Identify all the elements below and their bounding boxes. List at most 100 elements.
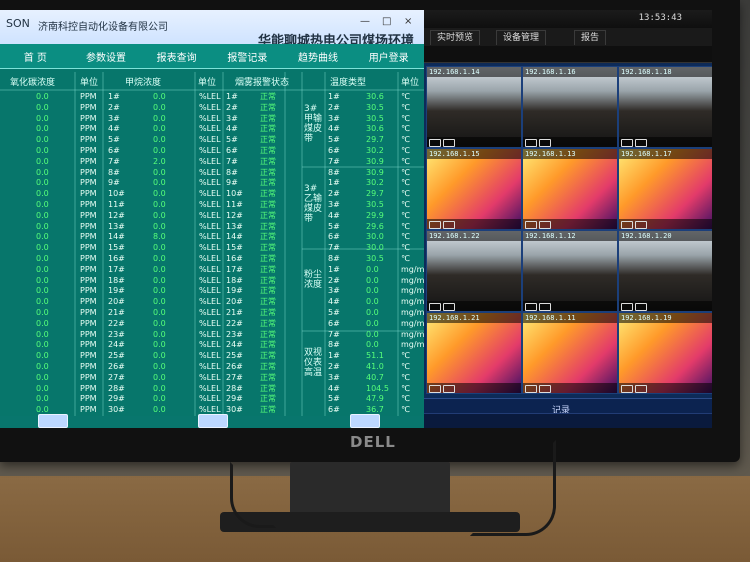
camera-control-icon[interactable] xyxy=(539,303,551,311)
nav-home[interactable]: 首 页 xyxy=(0,49,71,64)
table-cell: 8# xyxy=(328,254,340,263)
table-cell: 5# xyxy=(328,135,340,145)
table-cell: 正常 xyxy=(260,264,276,274)
table-cell: 4# xyxy=(226,124,238,134)
table-cell: %LEL xyxy=(199,167,221,177)
table-cell: 0.0 xyxy=(366,318,379,328)
cable-right xyxy=(470,440,556,536)
camera-control-icon[interactable] xyxy=(635,385,647,393)
camera-tile[interactable]: 192.168.1.14 xyxy=(426,66,522,148)
camera-tile[interactable]: 192.168.1.22 xyxy=(426,230,522,312)
camera-control-icon[interactable] xyxy=(443,139,455,147)
close-button[interactable]: × xyxy=(404,16,416,28)
table-cell: 104.5 xyxy=(366,383,389,393)
camera-tile[interactable]: 192.168.1.12 xyxy=(522,230,618,312)
camera-control-icon[interactable] xyxy=(635,303,647,311)
camera-control-icon[interactable] xyxy=(525,221,537,229)
nav-alarms[interactable]: 报警记录 xyxy=(212,49,283,64)
table-cell: ℃ xyxy=(401,124,410,134)
table-cell: 13# xyxy=(108,221,125,231)
left-app-nav: 首 页 参数设置 报表查询 报警记录 趋势曲线 用户登录 xyxy=(0,44,424,69)
tab-devices[interactable]: 设备管理 xyxy=(496,30,547,45)
camera-tile[interactable]: 30.822.3192.168.1.21 xyxy=(426,312,522,394)
table-cell: 24# xyxy=(108,340,125,350)
table-cell: 21# xyxy=(108,308,125,317)
tab-live[interactable]: 实时预览 xyxy=(430,30,481,45)
camera-tile[interactable]: 192.168.1.18 xyxy=(618,66,712,148)
table-cell: 30.9 xyxy=(366,167,384,177)
camera-tile[interactable]: 36.723.0192.168.1.11 xyxy=(522,312,618,394)
table-cell: 0.0 xyxy=(36,189,49,199)
nav-login[interactable]: 用户登录 xyxy=(353,49,424,64)
section-label-2: 3#乙输煤皮带 xyxy=(304,184,323,224)
maximize-button[interactable]: □ xyxy=(382,16,394,28)
table-cell: 29.6 xyxy=(366,221,384,231)
bottom-button-1[interactable] xyxy=(38,414,68,428)
camera-control-icon[interactable] xyxy=(635,221,647,229)
table-cell: 4# xyxy=(108,124,120,134)
camera-tile[interactable]: 40.025.0192.168.1.17 xyxy=(618,148,712,230)
camera-control-icon[interactable] xyxy=(429,221,441,229)
camera-control-icon[interactable] xyxy=(539,139,551,147)
table-cell: 27# xyxy=(226,372,243,382)
table-cell: %LEL xyxy=(199,275,221,285)
left-app: SON 济南科控自动化设备有限公司 — □ × 华能聊城热电公司煤场环境安全监 … xyxy=(0,10,428,428)
camera-control-icon[interactable] xyxy=(621,221,633,229)
camera-tile[interactable]: 41.024.7192.168.1.15 xyxy=(426,148,522,230)
camera-control-icon[interactable] xyxy=(525,139,537,147)
camera-tile[interactable]: 192.168.1.16 xyxy=(522,66,618,148)
camera-control-icon[interactable] xyxy=(429,385,441,393)
table-cell: 0.0 xyxy=(153,394,166,404)
camera-control-icon[interactable] xyxy=(621,303,633,311)
bottom-button-3[interactable] xyxy=(350,414,380,428)
table-cell: 12# xyxy=(226,210,243,220)
minimize-button[interactable]: — xyxy=(360,16,372,28)
camera-control-icon[interactable] xyxy=(621,385,633,393)
cable-left xyxy=(230,462,276,528)
nav-params[interactable]: 参数设置 xyxy=(71,49,142,64)
table-cell: 5# xyxy=(328,394,340,404)
table-cell: 1# xyxy=(328,92,340,101)
camera-control-icon[interactable] xyxy=(635,139,647,147)
table-cell: ℃ xyxy=(401,362,410,371)
table-row: 0.0 PPM 7# 2.0 %LEL 7# 正常 7# 30.9 ℃ xyxy=(0,157,424,166)
camera-ip: 192.168.1.21 xyxy=(427,313,521,323)
camera-footer xyxy=(619,137,712,147)
table-cell: 正常 xyxy=(260,156,276,166)
table-cell: 0.0 xyxy=(36,102,49,112)
camera-control-icon[interactable] xyxy=(443,221,455,229)
nav-trends[interactable]: 趋势曲线 xyxy=(283,49,354,64)
table-cell: %LEL xyxy=(199,146,221,155)
camera-image xyxy=(523,231,617,311)
table-cell: 9# xyxy=(108,178,120,188)
table-cell: 0.0 xyxy=(36,232,49,242)
table-row: 0.0 PPM 2# 0.0 %LEL 2# 正常 2# 30.5 ℃ xyxy=(0,103,424,112)
camera-control-icon[interactable] xyxy=(429,139,441,147)
table-cell: 0.0 xyxy=(36,264,49,274)
table-cell: %LEL xyxy=(199,318,221,328)
camera-tile[interactable]: 102.033.2192.168.1.13 xyxy=(522,148,618,230)
table-cell: 17# xyxy=(226,264,243,274)
camera-image xyxy=(523,149,617,229)
table-row: 0.0 PPM 12# 0.0 %LEL 12# 正常 4# 29.9 ℃ xyxy=(0,211,424,220)
table-cell: %LEL xyxy=(199,102,221,112)
nav-reports[interactable]: 报表查询 xyxy=(141,49,212,64)
tab-report[interactable]: 报告 xyxy=(574,30,607,45)
camera-control-icon[interactable] xyxy=(443,385,455,393)
camera-control-icon[interactable] xyxy=(525,303,537,311)
camera-control-icon[interactable] xyxy=(621,139,633,147)
camera-control-icon[interactable] xyxy=(429,303,441,311)
table-cell: %LEL xyxy=(199,329,221,339)
camera-tile[interactable]: 36.724.0192.168.1.19 xyxy=(618,312,712,394)
table-row: 0.0 PPM 25# 0.0 %LEL 25# 正常 1# 51.1 ℃ xyxy=(0,351,424,360)
table-cell: 11# xyxy=(226,200,243,209)
table-cell: PPM xyxy=(80,383,97,393)
camera-control-icon[interactable] xyxy=(525,385,537,393)
camera-tile[interactable]: 192.168.1.20 xyxy=(618,230,712,312)
table-cell: 29.7 xyxy=(366,189,384,199)
bottom-button-2[interactable] xyxy=(198,414,228,428)
camera-control-icon[interactable] xyxy=(539,221,551,229)
camera-control-icon[interactable] xyxy=(443,303,455,311)
camera-control-icon[interactable] xyxy=(539,385,551,393)
table-cell: %LEL xyxy=(199,351,221,361)
